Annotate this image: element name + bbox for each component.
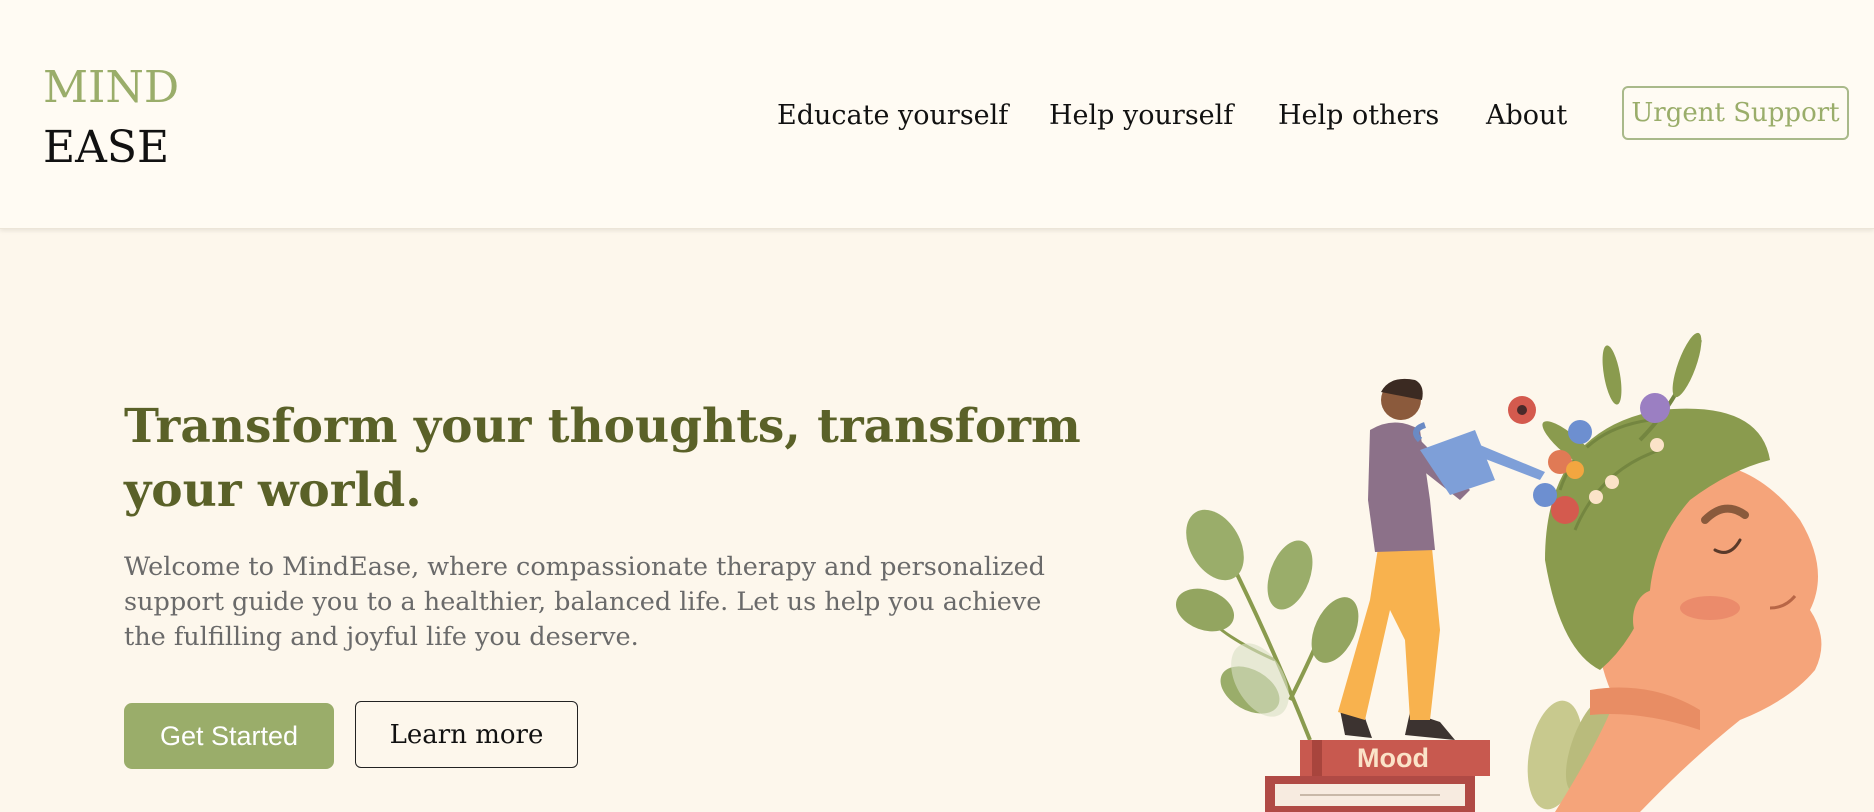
nav-help-others[interactable]: Help others [1278,96,1439,136]
person-icon [1338,378,1545,740]
learn-more-button[interactable]: Learn more [355,701,578,768]
nav-about[interactable]: About [1486,96,1567,136]
get-started-button[interactable]: Get Started [124,703,334,769]
site-header: MIND EASE Educate yourself Help yourself… [0,0,1874,229]
hero-description: Welcome to MindEase, where compassionate… [124,552,1046,652]
books-icon: Mood [1265,740,1490,812]
hero-title: Transform your thoughts, transform your … [124,399,1081,518]
nav-educate-yourself[interactable]: Educate yourself [777,96,1008,136]
plant-left-icon [1175,509,1359,741]
hero-illustration: Mood [1175,332,1822,812]
urgent-support-button[interactable]: Urgent Support [1622,86,1849,140]
book-label: Mood [1357,743,1429,773]
main-nav: Educate yourself Help yourself Help othe… [0,86,1874,146]
nav-help-yourself[interactable]: Help yourself [1049,96,1233,136]
